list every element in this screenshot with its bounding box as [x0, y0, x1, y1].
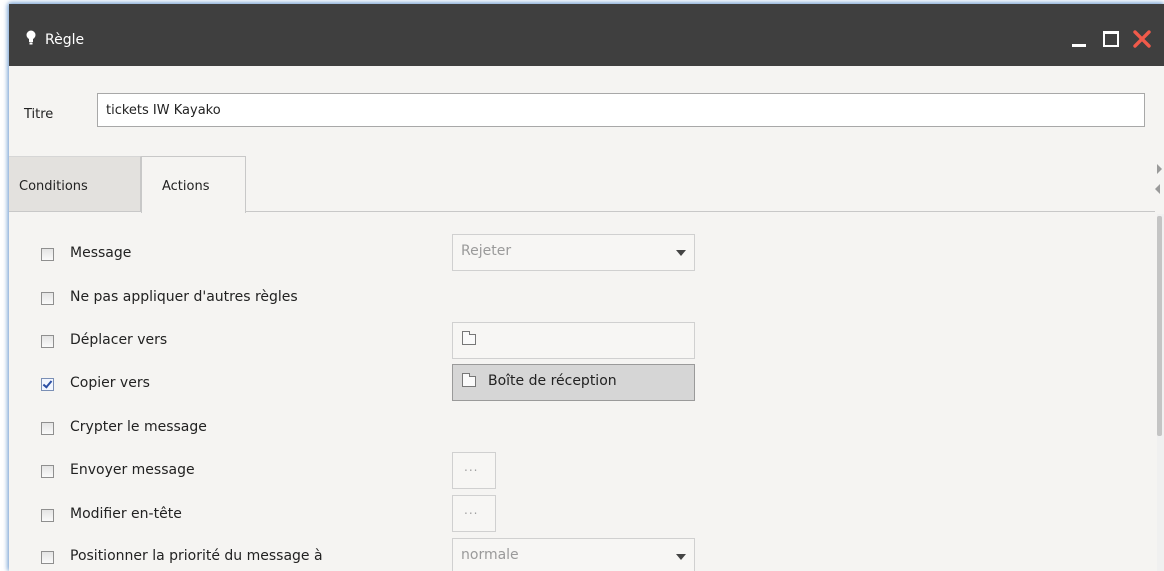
action-label: Copier vers — [70, 375, 150, 391]
action-row-modify-header[interactable]: Modifier en-tête — [41, 505, 381, 527]
tab-conditions-label: Conditions — [19, 179, 88, 194]
button-label: ... — [464, 503, 479, 517]
folder-icon — [462, 373, 476, 387]
folder-icon — [462, 331, 476, 345]
action-label: Envoyer message — [70, 462, 195, 478]
action-row-message[interactable]: Message — [41, 244, 381, 266]
send-message-options-button[interactable]: ... — [452, 452, 496, 489]
action-row-move-to[interactable]: Déplacer vers — [41, 331, 381, 353]
modify-header-checkbox[interactable] — [41, 509, 54, 522]
action-row-stop-rules[interactable]: Ne pas appliquer d'autres règles — [41, 288, 401, 310]
message-checkbox[interactable] — [41, 248, 54, 261]
priority-select[interactable]: normale — [452, 538, 695, 571]
tab-bar: Conditions Actions — [9, 156, 1155, 213]
encrypt-checkbox[interactable] — [41, 422, 54, 435]
tab-scroll-arrows[interactable] — [1154, 164, 1164, 204]
tab-conditions[interactable]: Conditions — [9, 156, 141, 212]
rule-dialog: Règle Titre Conditions Actions Message R… — [9, 4, 1164, 571]
copy-to-checkbox[interactable] — [41, 378, 54, 391]
action-label: Déplacer vers — [70, 332, 168, 348]
stop-rules-checkbox[interactable] — [41, 292, 54, 305]
chevron-down-icon — [676, 554, 686, 560]
folder-value: Boîte de réception — [488, 373, 617, 389]
action-label: Message — [70, 245, 132, 261]
action-label: Crypter le message — [70, 419, 207, 435]
minimize-icon[interactable] — [1070, 30, 1088, 48]
close-icon[interactable] — [1133, 30, 1151, 48]
titre-label: Titre — [24, 107, 54, 122]
move-to-checkbox[interactable] — [41, 335, 54, 348]
move-to-folder-picker[interactable] — [452, 322, 695, 359]
action-row-encrypt[interactable]: Crypter le message — [41, 418, 381, 440]
button-label: ... — [464, 460, 479, 474]
tab-actions[interactable]: Actions — [141, 156, 246, 213]
action-row-send-message[interactable]: Envoyer message — [41, 461, 381, 483]
title-bar[interactable]: Règle — [9, 4, 1164, 66]
set-priority-checkbox[interactable] — [41, 551, 54, 564]
send-message-checkbox[interactable] — [41, 465, 54, 478]
select-value: normale — [461, 547, 519, 563]
action-row-set-priority[interactable]: Positionner la priorité du message à — [41, 547, 441, 569]
copy-to-folder-picker[interactable]: Boîte de réception — [452, 364, 695, 401]
scroll-right-icon[interactable] — [1157, 164, 1162, 174]
titre-input[interactable] — [97, 93, 1145, 127]
action-label: Ne pas appliquer d'autres règles — [70, 289, 298, 305]
chevron-down-icon — [676, 250, 686, 256]
scroll-left-icon[interactable] — [1155, 184, 1160, 194]
scrollbar-thumb[interactable] — [1157, 216, 1162, 436]
maximize-icon[interactable] — [1102, 30, 1120, 48]
tab-actions-label: Actions — [162, 179, 210, 194]
window-title: Règle — [45, 32, 85, 48]
action-label: Positionner la priorité du message à — [70, 548, 323, 564]
select-value: Rejeter — [461, 243, 512, 259]
action-row-copy-to[interactable]: Copier vers — [41, 374, 381, 396]
message-action-select[interactable]: Rejeter — [452, 234, 695, 271]
action-label: Modifier en-tête — [70, 506, 182, 522]
lightbulb-icon — [26, 30, 36, 45]
modify-header-options-button[interactable]: ... — [452, 495, 496, 532]
